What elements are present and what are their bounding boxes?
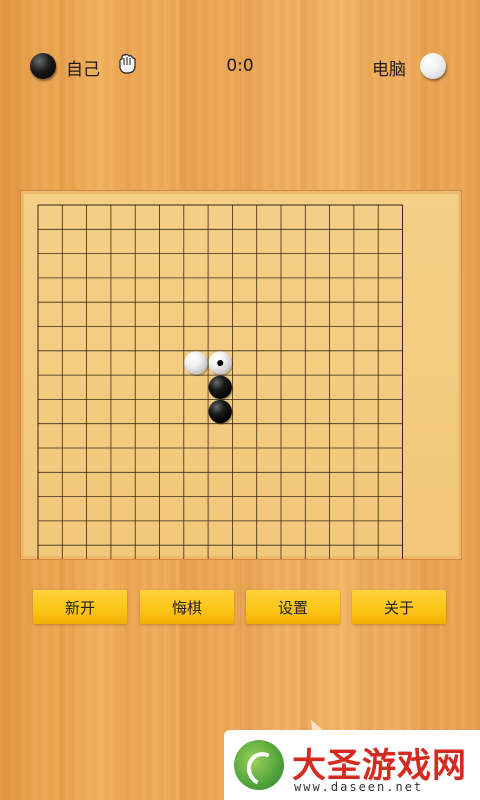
- hand-pointer-icon: [119, 53, 136, 74]
- gomoku-board[interactable]: [20, 190, 462, 560]
- new-game-button[interactable]: 新开: [33, 590, 127, 624]
- white-stone: [184, 351, 208, 375]
- watermark: 大圣游戏网 www.daseen.net: [224, 730, 480, 800]
- undo-button[interactable]: 悔棋: [140, 590, 234, 624]
- board-grid[interactable]: [21, 191, 461, 559]
- opponent-white-stone-icon: [420, 53, 446, 79]
- player-label: 自己: [66, 60, 100, 80]
- player-black-stone-icon: [30, 53, 56, 79]
- black-stone: [208, 399, 232, 424]
- settings-button[interactable]: 设置: [246, 590, 340, 624]
- opponent-label: 电脑: [372, 60, 406, 80]
- black-stone: [208, 375, 232, 399]
- game-header: 自己 0:0 电脑: [0, 44, 480, 86]
- last-move-marker: [217, 359, 224, 366]
- watermark-logo-icon: [234, 740, 284, 791]
- score-display: 0:0: [226, 56, 254, 76]
- watermark-url: www.daseen.net: [294, 780, 424, 794]
- about-button[interactable]: 关于: [352, 590, 446, 624]
